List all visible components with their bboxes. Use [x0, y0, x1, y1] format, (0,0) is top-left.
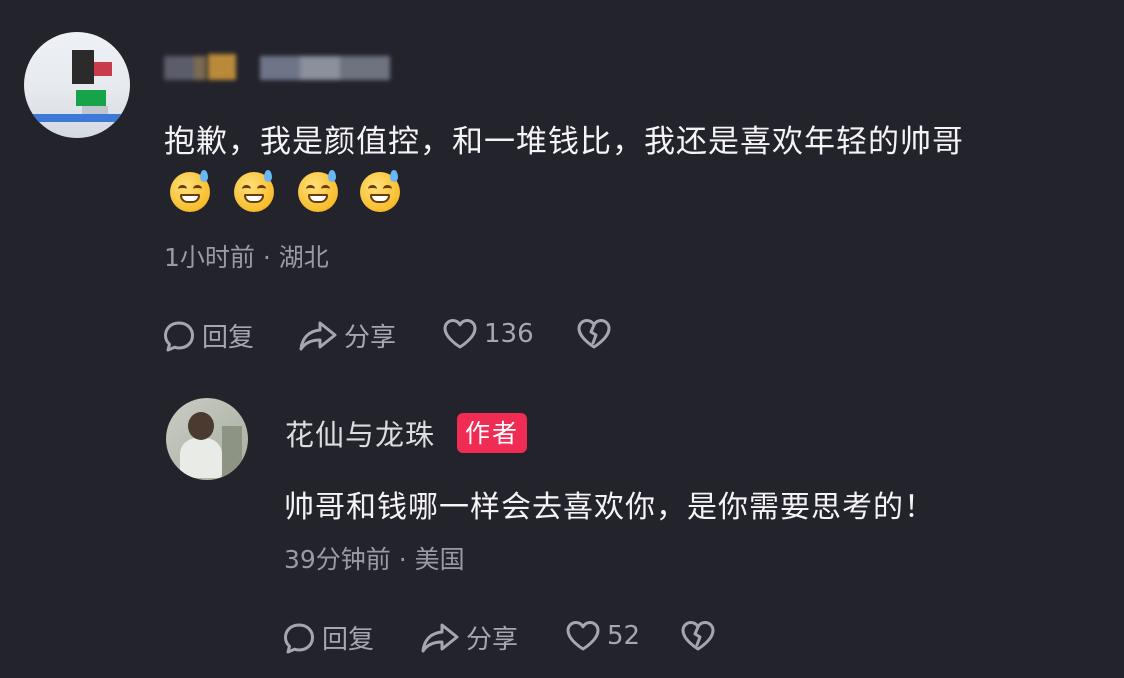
share-label: 分享	[466, 625, 519, 655]
comment-text: 抱歉，我是颜值控，和一堆钱比，我还是喜欢年轻的帅哥	[164, 124, 964, 160]
comment-meta: 1小时前 · 湖北	[164, 243, 329, 272]
comment-bubble-icon	[284, 623, 314, 653]
reply-label: 回复	[202, 323, 255, 353]
heart-icon	[566, 621, 600, 651]
grinning-sweat-emoji	[170, 170, 210, 212]
reply-button[interactable]: 回复	[282, 619, 374, 656]
share-button[interactable]: 分享	[298, 317, 396, 354]
reply-button[interactable]: 回复	[162, 317, 254, 354]
commenter-avatar[interactable]	[24, 32, 130, 138]
author-badge: 作者	[457, 413, 528, 453]
emoji-row	[170, 170, 410, 212]
comment-bubble-icon	[164, 321, 194, 351]
reply-header: 花仙与龙珠 作者	[285, 412, 528, 454]
reply-author-avatar[interactable]	[166, 398, 248, 480]
reply-text: 帅哥和钱哪一样会去喜欢你，是你需要思考的！	[284, 490, 935, 525]
like-count: 52	[607, 621, 641, 651]
reply-username[interactable]: 花仙与龙珠	[285, 412, 435, 454]
share-arrow-icon	[421, 623, 459, 652]
broken-heart-icon	[577, 319, 611, 349]
share-label: 分享	[344, 323, 397, 353]
grinning-sweat-emoji	[234, 170, 274, 212]
share-arrow-icon	[299, 321, 337, 350]
like-count: 136	[484, 319, 534, 349]
dislike-button[interactable]	[680, 619, 716, 653]
grinning-sweat-emoji	[360, 170, 400, 212]
commenter-username-blurred[interactable]	[164, 52, 394, 82]
like-button[interactable]: 136	[442, 317, 534, 351]
like-button[interactable]: 52	[565, 619, 640, 653]
reply-meta: 39分钟前 · 美国	[284, 545, 465, 574]
heart-icon	[443, 319, 477, 349]
reply-label: 回复	[322, 625, 375, 655]
share-button[interactable]: 分享	[420, 619, 518, 656]
dislike-button[interactable]	[576, 317, 612, 351]
grinning-sweat-emoji	[298, 170, 338, 212]
broken-heart-icon	[681, 621, 715, 651]
